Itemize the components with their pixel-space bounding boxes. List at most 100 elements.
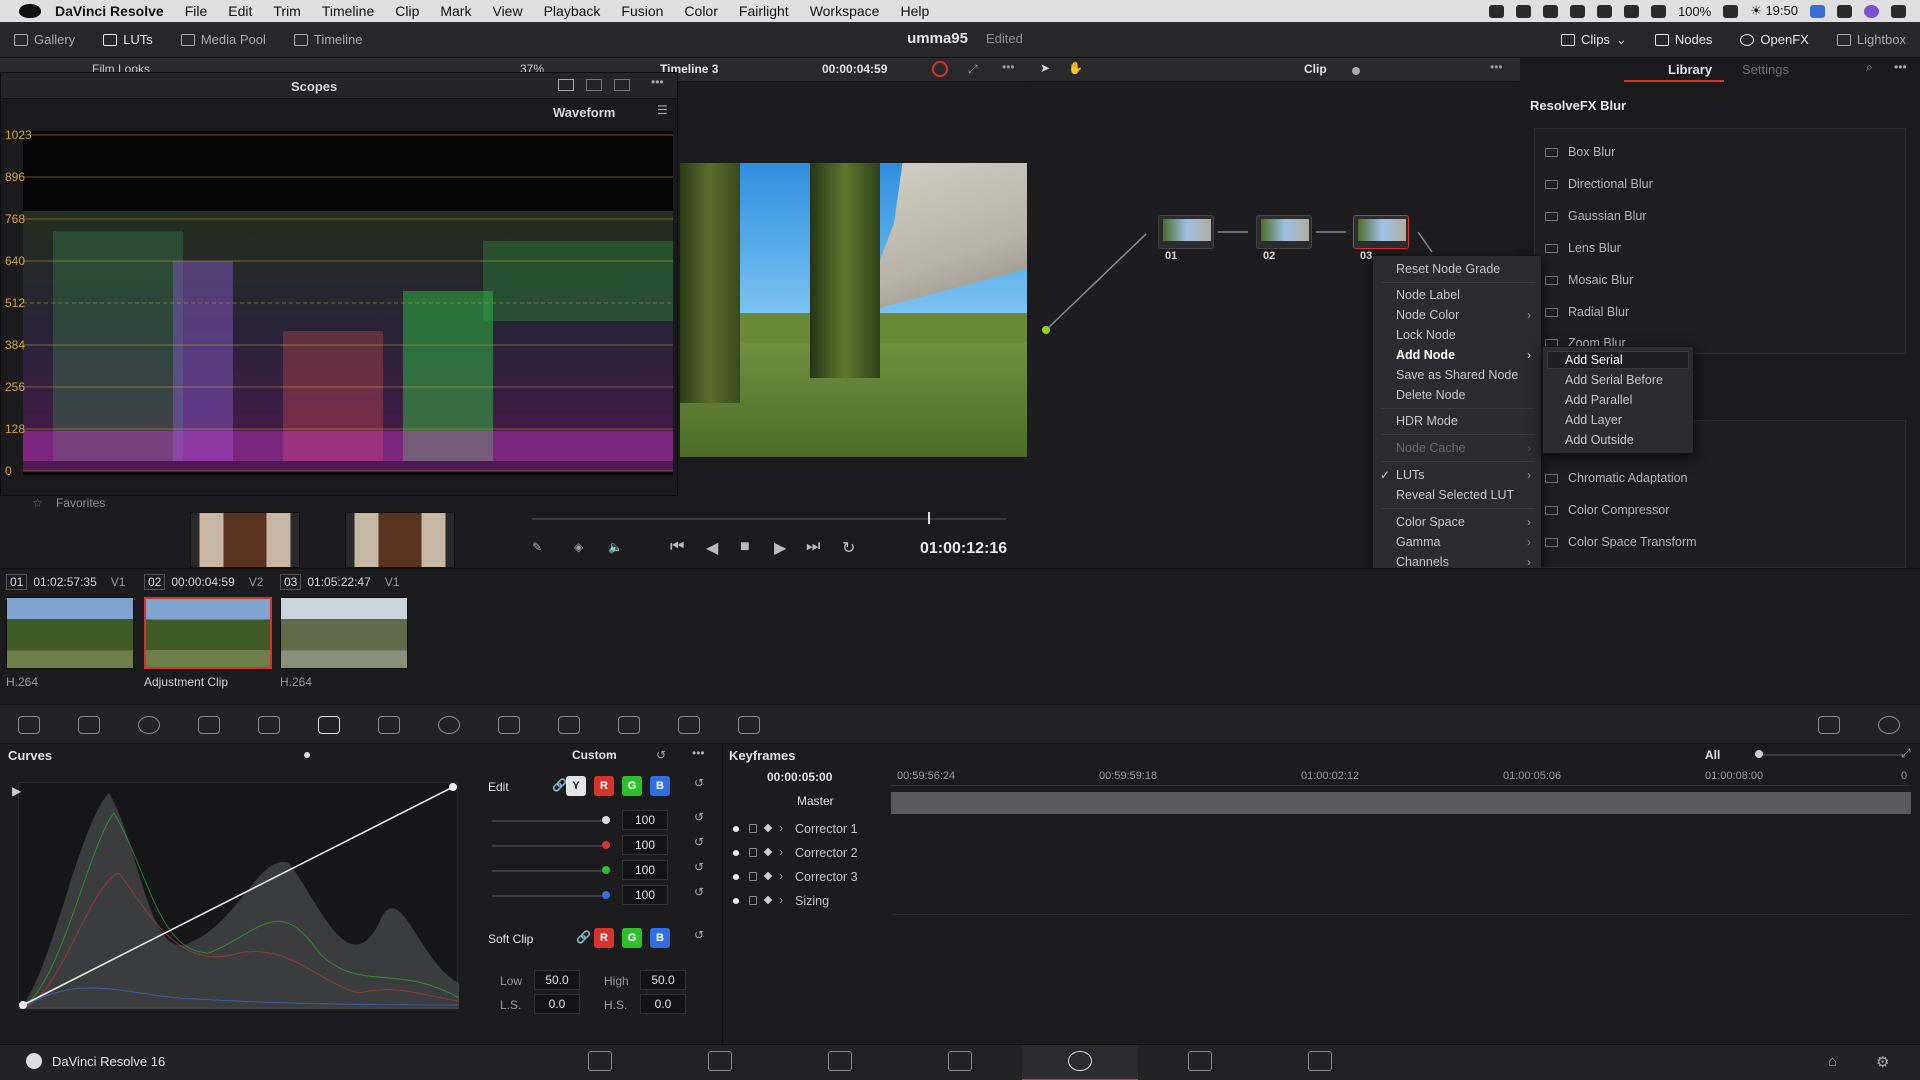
chip-g[interactable]: G	[622, 776, 642, 796]
keyframes-filter[interactable]: All	[1705, 748, 1720, 762]
scope-settings-icon[interactable]: ☰	[657, 103, 668, 117]
magic-mask-icon[interactable]	[558, 716, 580, 734]
play-icon[interactable]: ▶	[774, 538, 786, 558]
chevron-right-icon[interactable]: ›	[779, 893, 783, 907]
motion-effects-icon[interactable]	[258, 716, 280, 734]
fx-item[interactable]: Directional Blur	[1545, 177, 1653, 191]
eyedropper-icon[interactable]: ✎	[532, 540, 542, 554]
clip-thumbnail-2[interactable]	[144, 597, 272, 669]
3d-icon[interactable]	[738, 716, 760, 734]
curves-more-icon[interactable]: •••	[692, 746, 705, 760]
channel-slider-b[interactable]	[492, 895, 610, 897]
menu-view[interactable]: View	[492, 3, 522, 19]
media-pool-button[interactable]: Media Pool	[167, 22, 280, 57]
node-mode-selector[interactable]: Clip	[1304, 62, 1327, 76]
page-dot-icon[interactable]	[304, 752, 310, 758]
menu-node-label[interactable]: Node Label	[1396, 288, 1460, 302]
gallery-button[interactable]: Gallery	[0, 22, 89, 57]
menu-add-parallel[interactable]: Add Parallel	[1565, 393, 1632, 407]
play-reverse-icon[interactable]: ◀	[706, 538, 718, 558]
menu-workspace[interactable]: Workspace	[810, 3, 880, 19]
battery-icon[interactable]	[1723, 4, 1739, 18]
keyframe-icon[interactable]	[763, 823, 773, 833]
library-more-icon[interactable]: •••	[1894, 60, 1907, 74]
menu-add-outside[interactable]: Add Outside	[1565, 433, 1634, 447]
lock-icon[interactable]	[749, 872, 757, 881]
softclip-chip-b[interactable]: B	[650, 928, 670, 948]
fx-item[interactable]: Chromatic Adaptation	[1545, 471, 1688, 485]
dropbox-icon[interactable]	[1488, 4, 1504, 18]
settings-gear-icon[interactable]: ⚙	[1876, 1053, 1889, 1071]
star-icon[interactable]: ☆	[32, 496, 43, 510]
dual-layout-icon[interactable]	[586, 79, 602, 91]
curves-icon[interactable]	[318, 716, 340, 734]
channel-value-b[interactable]: 100	[622, 885, 668, 905]
menu-lock-node[interactable]: Lock Node	[1396, 328, 1456, 342]
edit-page-icon[interactable]	[828, 1051, 852, 1071]
tab-library[interactable]: Library	[1668, 62, 1712, 77]
color-wheels-icon[interactable]	[138, 716, 160, 734]
apple-icon[interactable]	[19, 4, 41, 18]
curve-editor[interactable]	[18, 782, 460, 1010]
reset-icon[interactable]: ↺	[694, 860, 704, 874]
reset-icon[interactable]: ↺	[694, 885, 704, 899]
time-machine-icon[interactable]	[1542, 4, 1558, 18]
slider-knob[interactable]	[602, 866, 610, 874]
search-icon[interactable]: ⌕	[1866, 60, 1873, 75]
menu-fusion[interactable]: Fusion	[621, 3, 663, 19]
stop-icon[interactable]: ■	[740, 538, 750, 556]
wifi-icon[interactable]	[1596, 4, 1612, 18]
softclip-chip-g[interactable]: G	[622, 928, 642, 948]
menu-add-serial[interactable]: Add Serial	[1565, 353, 1623, 367]
keyframe-icon[interactable]	[763, 847, 773, 857]
volume-icon[interactable]: 🔈	[608, 540, 623, 554]
blur-icon[interactable]	[618, 716, 640, 734]
channel-slider-y[interactable]	[492, 820, 610, 822]
menu-file[interactable]: File	[185, 3, 208, 19]
link-icon[interactable]: 🔗	[576, 930, 591, 944]
link-icon[interactable]: 🔗	[552, 778, 567, 792]
channel-value-y[interactable]: 100	[622, 810, 668, 830]
app-status-icon[interactable]	[1810, 4, 1825, 18]
viewer-timecode[interactable]: 00:00:04:59	[822, 62, 887, 76]
info-icon[interactable]	[1878, 716, 1900, 734]
viewer-scrubber[interactable]	[532, 518, 1006, 520]
keyframe-row[interactable]: › Corrector 3	[723, 866, 1920, 890]
menu-luts[interactable]: LUTs	[1396, 468, 1424, 482]
channel-slider-g[interactable]	[492, 870, 610, 872]
visibility-dot-icon[interactable]	[733, 850, 739, 856]
reset-icon[interactable]: ↺	[694, 835, 704, 849]
menu-playback[interactable]: Playback	[544, 3, 601, 19]
menu-delete-node[interactable]: Delete Node	[1396, 388, 1466, 402]
key-icon[interactable]	[678, 716, 700, 734]
menu-reveal-lut[interactable]: Reveal Selected LUT	[1396, 488, 1514, 502]
menu-gamma[interactable]: Gamma	[1396, 535, 1440, 549]
keyframe-icon[interactable]	[763, 871, 773, 881]
keyframe-zoom-slider[interactable]	[1755, 754, 1905, 756]
reset-icon[interactable]: ↺	[694, 928, 704, 942]
bluetooth-icon[interactable]	[1569, 4, 1585, 18]
menu-channels[interactable]: Channels	[1396, 555, 1449, 569]
fx-item[interactable]: Radial Blur	[1545, 305, 1629, 319]
timeline-button[interactable]: Timeline	[280, 22, 377, 57]
keyframe-icon[interactable]	[763, 895, 773, 905]
menu-mark[interactable]: Mark	[440, 3, 471, 19]
slider-knob[interactable]	[602, 816, 610, 824]
gallery-still-2[interactable]	[345, 512, 455, 568]
chip-y[interactable]: Y	[566, 776, 586, 796]
qualifier-icon[interactable]	[378, 716, 400, 734]
visibility-dot-icon[interactable]	[733, 874, 739, 880]
deliver-page-icon[interactable]	[1308, 1051, 1332, 1071]
channel-slider-r[interactable]	[492, 845, 610, 847]
lock-icon[interactable]	[749, 824, 757, 833]
menu-trim[interactable]: Trim	[273, 3, 300, 19]
menu-edit[interactable]: Edit	[228, 3, 252, 19]
menu-save-shared-node[interactable]: Save as Shared Node	[1396, 368, 1518, 382]
keyframe-row[interactable]: › Corrector 2	[723, 842, 1920, 866]
node-03[interactable]: 03	[1353, 215, 1409, 262]
skip-back-icon[interactable]: ⏮	[670, 538, 684, 556]
keyframe-row[interactable]: › Sizing	[723, 890, 1920, 914]
high-value[interactable]: 50.0	[640, 970, 686, 990]
menu-add-serial-before[interactable]: Add Serial Before	[1565, 373, 1663, 387]
reset-icon[interactable]: ↺	[694, 810, 704, 824]
